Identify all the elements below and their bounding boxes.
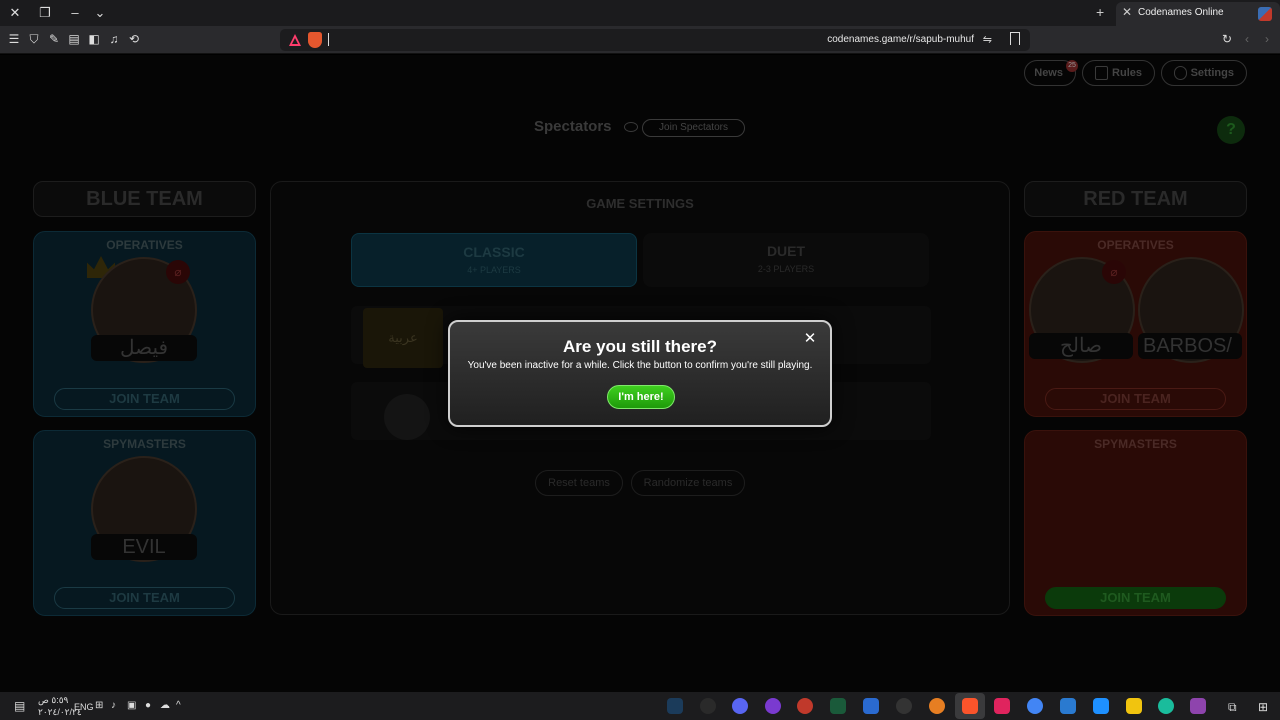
blue-operatives-join-button[interactable]: JOIN TEAM bbox=[54, 388, 235, 410]
volume-icon[interactable]: ♪ bbox=[111, 700, 116, 711]
red-spymasters-panel: SPYMASTERS JOIN TEAM bbox=[1024, 430, 1247, 616]
sidebar-icon[interactable]: ◧ bbox=[87, 32, 101, 46]
browser-titlebar: ✕ ❐ – ⌄ + ✕ Codenames Online bbox=[0, 0, 1280, 26]
edge-app-icon[interactable] bbox=[1158, 698, 1174, 714]
close-icon[interactable]: ✕ bbox=[802, 331, 818, 347]
player-name: فيصل bbox=[91, 335, 197, 361]
mode-duet-card[interactable]: DUET 2-3 PLAYERS bbox=[643, 233, 929, 287]
clock-time[interactable]: ٥:٥٩ ص bbox=[38, 695, 68, 706]
brave-app-icon[interactable] bbox=[962, 698, 978, 714]
tab-list-chevron-icon[interactable]: ⌄ bbox=[90, 3, 110, 23]
chrome-app-icon[interactable] bbox=[1027, 698, 1043, 714]
settings-button[interactable]: Settings bbox=[1161, 60, 1247, 86]
copilot-app-icon[interactable] bbox=[1190, 698, 1206, 714]
app-icon[interactable] bbox=[797, 698, 813, 714]
music-icon[interactable]: ♫ bbox=[107, 32, 121, 46]
reload-icon[interactable]: ↻ bbox=[1220, 32, 1234, 46]
game-settings-title: GAME SETTINGS bbox=[586, 196, 694, 211]
gear-icon bbox=[1174, 66, 1187, 80]
steam-app-icon[interactable] bbox=[667, 698, 683, 714]
blue-spymasters-join-button[interactable]: JOIN TEAM bbox=[54, 587, 235, 609]
player-name: BARBOS/ bbox=[1138, 333, 1242, 359]
browser-toolbar: ☰ ⛉ ✎ ▤ ◧ ♫ ⟲ codenames.game/r/sapub-muh… bbox=[0, 26, 1280, 54]
text-caret bbox=[328, 33, 329, 46]
blue-operatives-heading: OPERATIVES bbox=[106, 238, 183, 252]
windows-taskbar: ▤ ٥:٥٩ ص ٢٠٢٤/٠٢/٢٤ ENG ⊞ ♪ ▣ ● ☁ ^ ⧉ ⊞ bbox=[0, 692, 1280, 720]
mail-app-icon[interactable] bbox=[1060, 698, 1076, 714]
tab-title: Codenames Online bbox=[1138, 7, 1224, 18]
speedometer-app-icon[interactable] bbox=[896, 698, 912, 714]
blue-team-title: BLUE TEAM bbox=[33, 181, 256, 217]
store-app-icon[interactable] bbox=[1093, 698, 1109, 714]
reset-teams-button[interactable]: Reset teams bbox=[535, 470, 623, 496]
codenames-favicon-icon bbox=[1258, 7, 1272, 21]
language-card[interactable]: عربية bbox=[363, 308, 443, 368]
disconnected-icon: ⌀ bbox=[166, 260, 190, 284]
close-tab-icon[interactable]: ✕ bbox=[1122, 5, 1132, 19]
join-spectators-button[interactable]: Join Spectators bbox=[642, 119, 745, 137]
inactivity-dialog: Are you still there? You've been inactiv… bbox=[448, 320, 832, 427]
blue-spymasters-heading: SPYMASTERS bbox=[103, 437, 186, 451]
menu-icon[interactable]: ☰ bbox=[7, 32, 21, 46]
discord-app-icon[interactable] bbox=[732, 698, 748, 714]
extensions-icon[interactable]: ✎ bbox=[47, 32, 61, 46]
tiktok-app-icon[interactable] bbox=[994, 698, 1010, 714]
app-icon[interactable] bbox=[765, 698, 781, 714]
start-icon[interactable]: ⊞ bbox=[1258, 700, 1268, 714]
shield-icon[interactable]: ⛉ bbox=[27, 32, 41, 46]
back-icon[interactable]: ‹ bbox=[1240, 32, 1254, 46]
brave-rewards-icon[interactable] bbox=[288, 33, 302, 47]
notifications-icon[interactable]: ▤ bbox=[14, 699, 25, 713]
bookmark-icon bbox=[1095, 66, 1108, 80]
eye-icon bbox=[624, 122, 638, 132]
address-bar[interactable]: codenames.game/r/sapub-muhuf ⇋ bbox=[280, 29, 1030, 51]
help-button[interactable]: ? bbox=[1217, 116, 1245, 144]
app-icon[interactable] bbox=[863, 698, 879, 714]
player-name: EVIL bbox=[91, 534, 197, 560]
network-icon[interactable]: ▣ bbox=[127, 700, 136, 711]
display-icon[interactable]: ⊞ bbox=[95, 700, 103, 711]
alarm-clock-icon bbox=[384, 394, 430, 440]
spectators-label: Spectators bbox=[534, 118, 612, 135]
bookmark-icon[interactable] bbox=[1010, 32, 1020, 45]
browser-tab[interactable]: ✕ Codenames Online bbox=[1116, 2, 1280, 26]
microphone-icon[interactable]: ● bbox=[145, 700, 151, 711]
im-here-button[interactable]: I'm here! bbox=[607, 385, 675, 409]
disconnected-icon: ⌀ bbox=[1102, 260, 1126, 284]
xbox-app-icon[interactable] bbox=[830, 698, 846, 714]
tabs-icon[interactable]: ▤ bbox=[67, 32, 81, 46]
task-view-icon[interactable]: ⧉ bbox=[1228, 700, 1237, 715]
puzzle-icon[interactable]: ⟲ bbox=[127, 32, 141, 46]
red-operatives-heading: OPERATIVES bbox=[1097, 238, 1174, 252]
brave-shield-icon[interactable] bbox=[308, 32, 322, 48]
dialog-title: Are you still there? bbox=[563, 337, 717, 356]
red-team-title: RED TEAM bbox=[1024, 181, 1247, 217]
url-text[interactable]: codenames.game/r/sapub-muhuf bbox=[827, 34, 974, 45]
news-count-badge: 25 bbox=[1066, 60, 1078, 72]
red-spymasters-join-button[interactable]: JOIN TEAM bbox=[1045, 587, 1226, 609]
new-tab-button[interactable]: + bbox=[1096, 4, 1104, 20]
close-window-icon[interactable]: ✕ bbox=[5, 3, 25, 23]
rules-button[interactable]: Rules bbox=[1082, 60, 1155, 86]
mode-classic-card[interactable]: CLASSIC 4+ PLAYERS bbox=[351, 233, 637, 287]
chevron-up-icon[interactable]: ^ bbox=[176, 700, 181, 711]
red-spymasters-heading: SPYMASTERS bbox=[1094, 437, 1177, 451]
file-explorer-app-icon[interactable] bbox=[1126, 698, 1142, 714]
share-icon[interactable]: ⇋ bbox=[983, 33, 992, 46]
minimize-window-icon[interactable]: – bbox=[65, 3, 85, 23]
app-icon[interactable] bbox=[700, 698, 716, 714]
red-operatives-join-button[interactable]: JOIN TEAM bbox=[1045, 388, 1226, 410]
player-name: صالح bbox=[1029, 333, 1133, 359]
restore-window-icon[interactable]: ❐ bbox=[35, 3, 55, 23]
cloudflare-app-icon[interactable] bbox=[929, 698, 945, 714]
cloud-icon[interactable]: ☁ bbox=[160, 700, 170, 711]
forward-icon[interactable]: › bbox=[1260, 32, 1274, 46]
language-indicator[interactable]: ENG bbox=[74, 702, 94, 712]
dialog-message: You've been inactive for a while. Click … bbox=[467, 360, 813, 371]
randomize-teams-button[interactable]: Randomize teams bbox=[631, 470, 745, 496]
